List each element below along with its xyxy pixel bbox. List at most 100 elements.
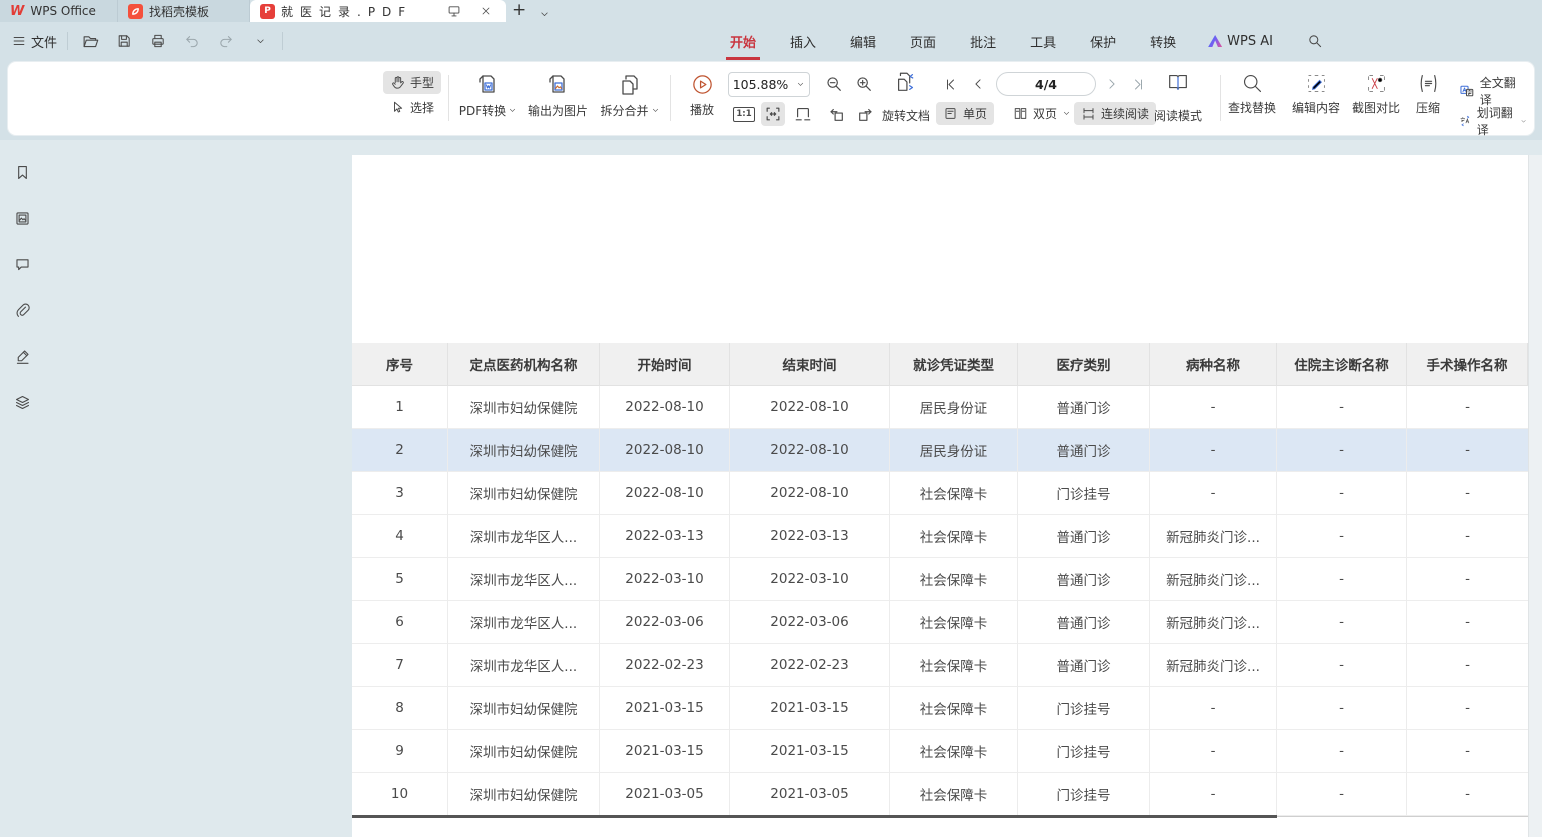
table-header-cell: 医疗类别 <box>1018 343 1150 386</box>
table-cell: - <box>1407 472 1528 515</box>
first-page-button[interactable] <box>938 72 962 96</box>
table-cell: 2022-08-10 <box>600 386 730 429</box>
table-cell: 社会保障卡 <box>890 687 1018 730</box>
fit-page-icon <box>794 105 812 123</box>
table-cell: 2021-03-05 <box>730 773 890 816</box>
attachments-icon[interactable] <box>10 298 34 322</box>
menu-search-icon[interactable] <box>1303 29 1327 53</box>
bookmarks-icon[interactable] <box>10 160 34 184</box>
single-page-button[interactable]: 单页 <box>936 102 994 125</box>
table-cell: 8 <box>352 687 448 730</box>
close-tab-icon[interactable] <box>474 0 498 23</box>
select-tool-button[interactable]: 选择 <box>383 96 441 119</box>
file-menu-button[interactable]: 文件 <box>12 32 57 51</box>
table-cell: 2022-03-10 <box>600 558 730 601</box>
new-tab-button[interactable]: + <box>506 0 532 22</box>
last-page-button[interactable] <box>1126 72 1150 96</box>
signature-icon[interactable] <box>10 344 34 368</box>
full-translate-icon <box>1459 83 1475 99</box>
save-icon[interactable] <box>112 29 136 53</box>
table-cell: 2021-03-15 <box>600 730 730 773</box>
table-cell: 居民身份证 <box>890 429 1018 472</box>
last-page-icon <box>1131 77 1146 92</box>
export-image-button[interactable]: 输出为图片 <box>520 72 596 119</box>
tab-wps-office[interactable]: W WPS Office <box>0 0 118 22</box>
menu-tab-page[interactable]: 页面 <box>908 32 938 51</box>
wps-ai-button[interactable]: WPS AI <box>1208 34 1273 49</box>
menu-tab-comment[interactable]: 批注 <box>968 32 998 51</box>
table-cell: - <box>1277 472 1407 515</box>
find-replace-button[interactable]: 查找替换 <box>1222 72 1282 116</box>
table-cell: - <box>1407 429 1528 472</box>
split-merge-label: 拆分合并 <box>600 102 648 119</box>
table-cell: 社会保障卡 <box>890 730 1018 773</box>
prev-page-button[interactable] <box>966 72 990 96</box>
fit-page-button[interactable] <box>791 102 815 126</box>
continuous-read-icon <box>1081 106 1096 121</box>
pdf-page[interactable]: 序号定点医药机构名称开始时间结束时间就诊凭证类型医疗类别病种名称住院主诊断名称手… <box>352 155 1528 837</box>
screenshot-compare-button[interactable]: 截图对比 <box>1346 72 1406 116</box>
read-mode-label[interactable]: 阅读模式 <box>1154 107 1202 124</box>
zoom-in-button[interactable] <box>852 72 876 96</box>
zoom-level-select[interactable]: 105.88% <box>728 72 810 97</box>
split-merge-button[interactable]: 拆分合并 <box>592 72 668 119</box>
compress-button[interactable]: 压缩 <box>1406 72 1450 116</box>
print-icon[interactable] <box>146 29 170 53</box>
pdf-convert-button[interactable]: PDF转换 <box>452 72 524 119</box>
divider <box>67 32 68 50</box>
table-cell: - <box>1407 773 1528 816</box>
menu-tab-insert[interactable]: 插入 <box>788 32 818 51</box>
menu-tab-protect[interactable]: 保护 <box>1088 32 1118 51</box>
table-cell: 深圳市妇幼保健院 <box>448 472 600 515</box>
divider <box>1220 75 1221 121</box>
vertical-scrollbar[interactable] <box>1528 155 1542 837</box>
table-cell: - <box>1277 730 1407 773</box>
menu-tab-edit[interactable]: 编辑 <box>848 32 878 51</box>
hand-icon <box>390 75 405 90</box>
table-cell: 2022-03-06 <box>600 601 730 644</box>
layers-icon[interactable] <box>10 390 34 414</box>
table-cell: 4 <box>352 515 448 558</box>
fit-width-button[interactable] <box>761 102 785 126</box>
table-cell: - <box>1150 687 1277 730</box>
redo-icon[interactable] <box>214 29 238 53</box>
menu-tab-tools[interactable]: 工具 <box>1028 32 1058 51</box>
tab-document-active[interactable]: P 就医记录.PDF <box>250 0 506 22</box>
table-cell: 9 <box>352 730 448 773</box>
edit-content-button[interactable]: 编辑内容 <box>1286 72 1346 116</box>
table-cell: 门诊挂号 <box>1018 773 1150 816</box>
continuous-read-button[interactable]: 连续阅读 <box>1074 102 1156 125</box>
document-area: 序号定点医药机构名称开始时间结束时间就诊凭证类型医疗类别病种名称住院主诊断名称手… <box>0 140 1542 837</box>
rotate-doc-label[interactable]: 旋转文档 <box>882 107 930 124</box>
actual-size-button[interactable]: 1:1 <box>732 102 756 126</box>
menu-tab-convert[interactable]: 转换 <box>1148 32 1178 51</box>
pdf-file-icon: P <box>260 4 275 19</box>
rotate-right-button[interactable] <box>854 102 878 126</box>
table-cell: 社会保障卡 <box>890 601 1018 644</box>
wps-logo-icon: W <box>10 4 24 19</box>
thumbnails-icon[interactable] <box>10 206 34 230</box>
table-cell: - <box>1407 515 1528 558</box>
rotate-left-button[interactable] <box>824 102 848 126</box>
table-cell: 3 <box>352 472 448 515</box>
word-translate-button[interactable]: 划词翻译 <box>1452 101 1534 141</box>
more-actions-chevron-icon[interactable] <box>248 29 272 53</box>
next-page-button[interactable] <box>1100 72 1124 96</box>
play-label: 播放 <box>690 101 714 118</box>
table-cell: 2022-03-13 <box>730 515 890 558</box>
undo-icon[interactable] <box>180 29 204 53</box>
find-replace-icon <box>1241 72 1264 95</box>
fit-width-icon <box>764 105 782 123</box>
comments-icon[interactable] <box>10 252 34 276</box>
double-page-button[interactable]: 双页 <box>1006 102 1078 125</box>
table-cell: 2021-03-05 <box>600 773 730 816</box>
zoom-out-button[interactable] <box>822 72 846 96</box>
tab-docer-templates[interactable]: 找稻壳模板 <box>118 0 250 22</box>
projection-icon[interactable] <box>442 0 466 23</box>
page-indicator-input[interactable]: 4/4 <box>996 72 1096 96</box>
hand-tool-button[interactable]: 手型 <box>383 71 441 94</box>
menu-tab-home[interactable]: 开始 <box>728 32 758 51</box>
open-file-icon[interactable] <box>78 29 102 53</box>
play-button[interactable]: 播放 <box>676 72 728 118</box>
export-image-icon <box>545 72 571 98</box>
